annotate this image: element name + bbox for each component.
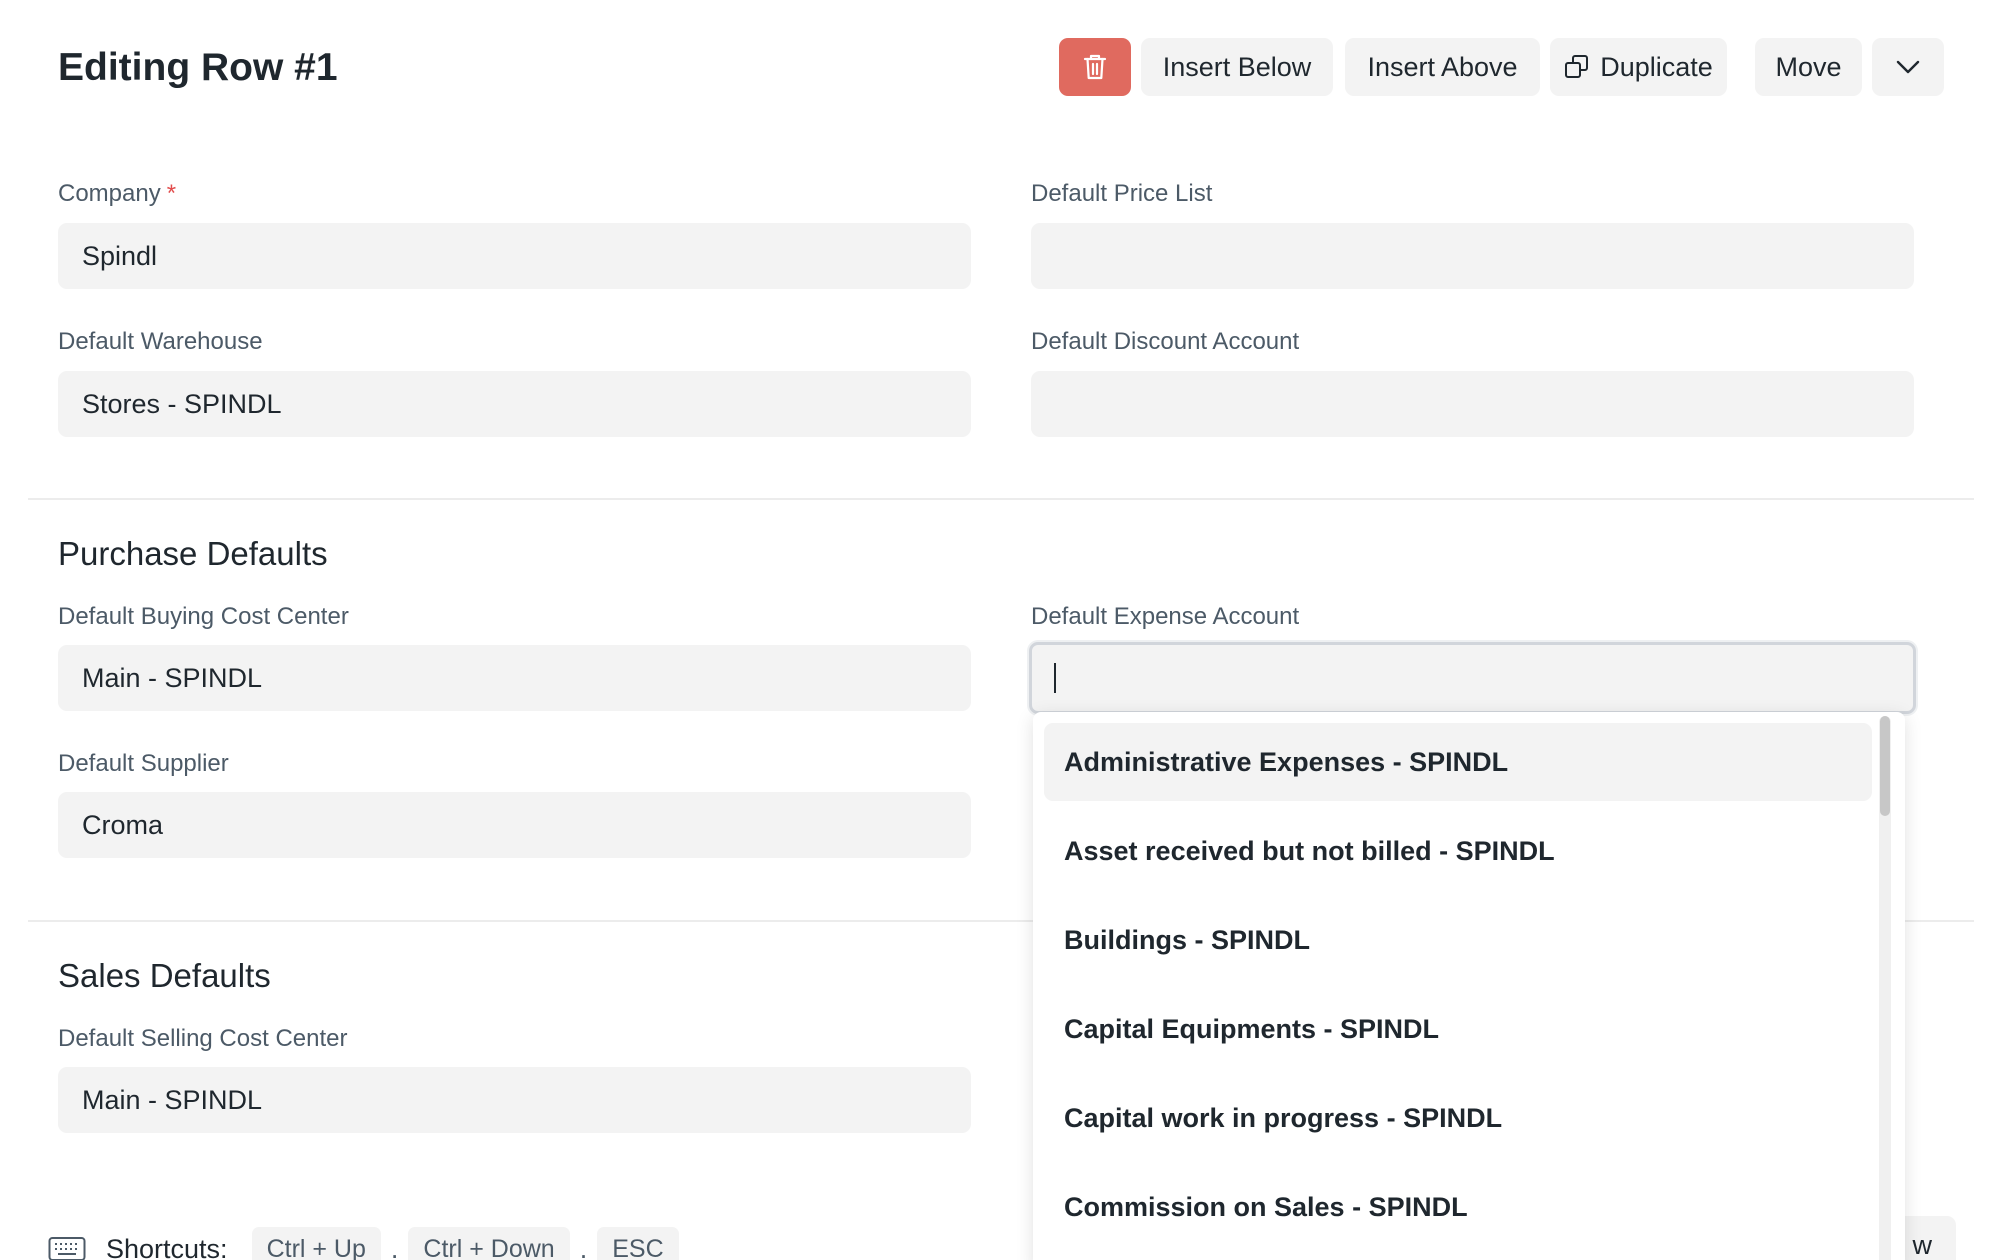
expense-account-dropdown: Administrative Expenses - SPINDL Asset r… <box>1033 712 1905 1260</box>
duplicate-icon <box>1565 55 1589 78</box>
row-toolbar: Insert Below Insert Above Duplicate Move <box>0 38 1974 96</box>
shortcut-key: Ctrl + Down <box>408 1226 570 1260</box>
default-price-list-label: Default Price List <box>1031 180 1213 207</box>
text-caret <box>1054 663 1056 693</box>
buying-cost-center-label: Default Buying Cost Center <box>58 603 349 630</box>
default-supplier-label: Default Supplier <box>58 750 229 777</box>
shortcut-key: ESC <box>597 1226 679 1260</box>
buying-cost-center-field[interactable]: Main - SPINDL <box>58 645 971 711</box>
duplicate-button[interactable]: Duplicate <box>1550 38 1727 96</box>
purchase-defaults-heading: Purchase Defaults <box>58 535 328 572</box>
dropdown-option[interactable]: Capital work in progress - SPINDL <box>1044 1079 1872 1157</box>
insert-below-button[interactable]: Insert Below <box>1141 38 1333 96</box>
dropdown-scrollbar-thumb[interactable] <box>1880 716 1890 816</box>
delete-row-button[interactable] <box>1059 38 1131 96</box>
shortcuts-label: Shortcuts: <box>106 1233 228 1260</box>
expense-account-label: Default Expense Account <box>1031 603 1300 630</box>
company-field[interactable]: Spindl <box>58 223 971 289</box>
chevron-down-icon <box>1896 60 1920 74</box>
move-button[interactable]: Move <box>1755 38 1862 96</box>
selling-cost-center-field[interactable]: Main - SPINDL <box>58 1067 971 1133</box>
company-label: Company * <box>58 180 176 208</box>
company-label-text: Company <box>58 180 161 207</box>
shortcut-key: Ctrl + Up <box>251 1226 381 1260</box>
dropdown-option[interactable]: Asset received but not billed - SPINDL <box>1044 812 1872 890</box>
insert-above-button[interactable]: Insert Above <box>1345 38 1540 96</box>
default-price-list-field[interactable] <box>1031 223 1914 289</box>
default-warehouse-field[interactable]: Stores - SPINDL <box>58 371 971 437</box>
default-discount-account-field[interactable] <box>1031 371 1914 437</box>
more-options-button[interactable] <box>1872 38 1944 96</box>
edit-row-panel: Editing Row #1 Insert Below Insert Above… <box>0 0 1974 1260</box>
shortcut-separator: . <box>390 1233 399 1260</box>
section-divider <box>28 498 1974 500</box>
sales-defaults-heading: Sales Defaults <box>58 957 271 994</box>
required-marker: * <box>166 180 177 207</box>
shortcuts-bar: Shortcuts: Ctrl + Up . Ctrl + Down . ESC <box>48 1224 685 1260</box>
selling-cost-center-label: Default Selling Cost Center <box>58 1025 348 1052</box>
dropdown-option[interactable]: Commission on Sales - SPINDL <box>1044 1168 1872 1246</box>
dropdown-option[interactable]: Capital Equipments - SPINDL <box>1044 990 1872 1068</box>
shortcut-separator: . <box>579 1233 588 1260</box>
dropdown-option[interactable]: Administrative Expenses - SPINDL <box>1044 723 1872 801</box>
duplicate-label: Duplicate <box>1600 51 1713 82</box>
default-supplier-field[interactable]: Croma <box>58 792 971 858</box>
default-warehouse-label: Default Warehouse <box>58 328 263 355</box>
dropdown-option[interactable]: Buildings - SPINDL <box>1044 901 1872 979</box>
default-discount-account-label: Default Discount Account <box>1031 328 1300 355</box>
trash-icon <box>1083 54 1107 80</box>
expense-account-input[interactable] <box>1029 642 1916 714</box>
keyboard-icon <box>48 1237 86 1260</box>
